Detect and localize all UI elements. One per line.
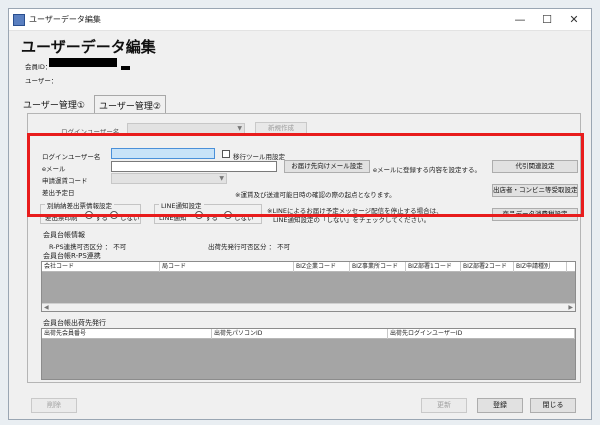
rps-col-6[interactable]: BIZ申請種別	[514, 262, 567, 272]
rps-horizontal-scrollbar[interactable]: ◀ ▶	[42, 303, 575, 311]
member-id-redacted	[49, 58, 117, 67]
member-id-label: 会員ID：	[25, 63, 52, 71]
rps-col-4[interactable]: BIZ部署1コード	[406, 262, 461, 272]
register-button[interactable]: 登録	[477, 398, 523, 413]
minimize-button[interactable]: —	[507, 11, 533, 28]
shipper-grid[interactable]: 出荷先会員番号 出荷先パソコンID 出荷先ログインユーザーID	[41, 328, 576, 380]
rps-col-0[interactable]: 会社コード	[42, 262, 160, 272]
tab-user-management-2[interactable]: ユーザー管理②	[94, 95, 166, 113]
scroll-right-icon[interactable]: ▶	[568, 304, 573, 311]
shipper-status: 出荷先発行可否区分 ： 不可	[208, 243, 291, 251]
window-title: ユーザーデータ編集	[29, 15, 101, 24]
rps-col-3[interactable]: BIZ事業所コード	[350, 262, 406, 272]
close-button[interactable]: 閉じる	[530, 398, 576, 413]
app-icon	[13, 14, 25, 26]
update-button[interactable]: 更新	[421, 398, 467, 413]
shipper-col-0[interactable]: 出荷先会員番号	[42, 329, 212, 339]
shipper-section-label: 会員台帳出荷先発行	[43, 319, 106, 327]
highlight-box	[27, 133, 584, 217]
rps-status: R-PS連携可否区分 ： 不可	[49, 243, 127, 251]
member-id-redacted-2	[121, 66, 130, 70]
rps-grid[interactable]: 会社コード 局コード BIZ企業コード BIZ事業所コード BIZ部署1コード …	[41, 261, 576, 312]
rps-section-label: 会員台帳R-PS連携	[43, 252, 101, 260]
rps-col-1[interactable]: 局コード	[160, 262, 294, 272]
user-label: ユーザー：	[25, 77, 58, 85]
title-bar: ユーザーデータ編集 — ☐ ✕	[9, 9, 591, 31]
rps-col-2[interactable]: BIZ企業コード	[294, 262, 350, 272]
close-window-button[interactable]: ✕	[561, 11, 587, 28]
chevron-down-icon: ▼	[237, 125, 242, 132]
rps-col-5[interactable]: BIZ部署2コード	[461, 262, 514, 272]
maximize-button[interactable]: ☐	[534, 11, 560, 28]
shipper-col-1[interactable]: 出荷先パソコンID	[212, 329, 388, 339]
shipper-col-2[interactable]: 出荷先ログインユーザーID	[388, 329, 575, 339]
page-title: ユーザーデータ編集	[21, 38, 156, 56]
member-info-label: 会員台帳情報	[43, 231, 85, 239]
tab-user-management-1[interactable]: ユーザー管理①	[19, 95, 89, 113]
scroll-left-icon[interactable]: ◀	[44, 304, 49, 311]
delete-button[interactable]: 削除	[31, 398, 77, 413]
